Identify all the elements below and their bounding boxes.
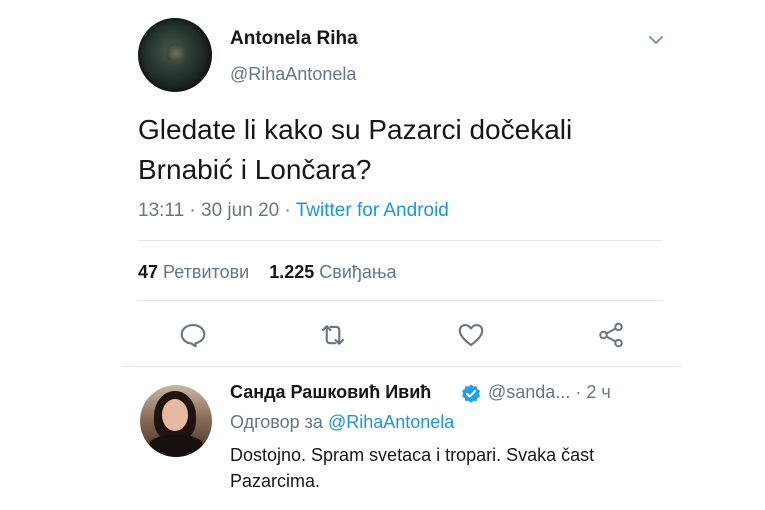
tweet-text: Gledate li kako su Pazarci dočekali Brna… [138, 110, 698, 190]
tweet-timestamp[interactable]: 13:11 · 30 jun 20 · [138, 200, 296, 221]
reply-to-handle-link[interactable]: @RihaAntonela [328, 412, 454, 432]
tweet-meta: 13:11 · 30 jun 20 · Twitter for Android [138, 200, 449, 222]
retweets-label[interactable]: Ретвитови [163, 262, 249, 282]
chevron-down-icon[interactable] [646, 30, 666, 50]
likes-label[interactable]: Свиђања [319, 262, 396, 282]
retweets-count[interactable]: 47 [138, 262, 158, 282]
reply-author-avatar[interactable] [140, 385, 212, 457]
author-avatar[interactable] [138, 18, 212, 92]
tweet-text-line: Gledate li kako su Pazarci dočekali [138, 114, 573, 145]
retweet-icon[interactable] [318, 320, 348, 350]
divider [122, 366, 682, 367]
tweet-text-line: Brnabić i Lončara? [138, 154, 372, 185]
reply-author-handle[interactable]: @sanda... · 2 ч [488, 382, 611, 403]
reply-to-line: Одговор за @RihaAntonela [230, 412, 454, 433]
tweet-stats: 47 Ретвитови 1.225 Свиђања [138, 262, 397, 283]
reply-icon[interactable] [178, 320, 208, 350]
share-icon[interactable] [596, 320, 626, 350]
like-icon[interactable] [456, 320, 486, 350]
tweet-source-link[interactable]: Twitter for Android [296, 200, 449, 221]
reply-text: Dostojno. Spram svetaca i tropari. Svaka… [230, 442, 670, 494]
reply-to-label: Одговор за [230, 412, 328, 432]
author-handle[interactable]: @RihaAntonela [230, 64, 356, 85]
divider [138, 240, 662, 241]
verified-badge-icon [462, 384, 480, 403]
divider [138, 300, 662, 301]
reply-author-name[interactable]: Санда Рашковић Ивић [230, 382, 431, 403]
reply-text-line: Pazarcima. [230, 471, 321, 491]
reply-text-line: Dostojno. Spram svetaca i tropari. Svaka… [230, 445, 595, 465]
likes-count[interactable]: 1.225 [269, 262, 314, 282]
author-name[interactable]: Antonela Riha [230, 28, 358, 50]
